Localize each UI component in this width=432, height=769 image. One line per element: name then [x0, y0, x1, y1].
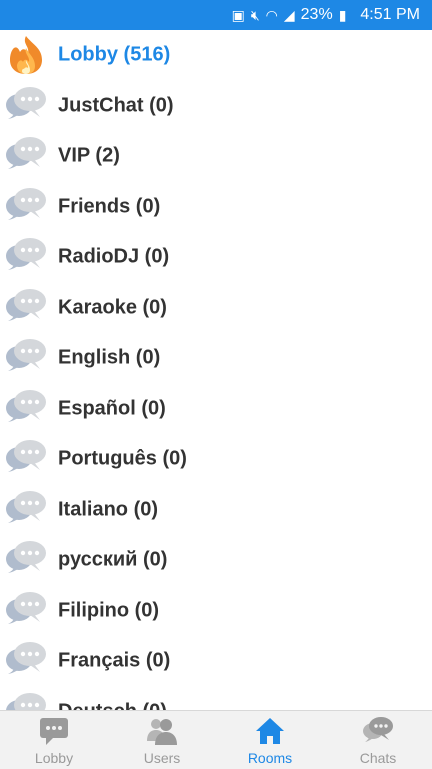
tab-chats[interactable]: Chats: [324, 711, 432, 769]
room-label: JustChat (0): [58, 94, 174, 117]
users-icon: [147, 719, 177, 745]
room-row-justchat[interactable]: JustChat (0): [0, 81, 432, 132]
tab-label: Chats: [359, 750, 397, 766]
room-row-lobby[interactable]: Lobby (516): [0, 30, 432, 81]
room-row-friends[interactable]: Friends (0): [0, 182, 432, 233]
tab-label: Lobby: [34, 750, 74, 766]
battery-percent: 23%: [300, 6, 333, 23]
chat-bubbles-icon: [6, 389, 46, 422]
chat-bubbles-icon: [6, 238, 46, 270]
chat-icon: [40, 718, 68, 745]
chat-bubbles-icon: [6, 642, 46, 674]
battery-icon: ▮: [338, 7, 347, 23]
room-row-francais[interactable]: Français (0): [0, 636, 432, 687]
chat-bubbles-icon: [6, 490, 46, 523]
tab-lobby[interactable]: Lobby: [0, 711, 108, 769]
status-bar: ▣ 🔇︎ ◠ ◢ 23% ▮ 4:51 PM: [0, 0, 432, 30]
room-label: Italiano (0): [58, 498, 159, 521]
chat-bubbles-icon: [6, 137, 46, 169]
room-label: English (0): [58, 346, 161, 369]
room-label: русский (0): [58, 548, 168, 571]
room-row-espanol[interactable]: Español (0): [0, 384, 432, 435]
room-label: VIP (2): [58, 144, 120, 167]
chat-bubbles-icon: [6, 541, 46, 573]
room-row-italiano[interactable]: Italiano (0): [0, 485, 432, 536]
room-label: RadioDJ (0): [58, 245, 170, 268]
chat-bubbles-icon: [6, 86, 46, 119]
room-label: Lobby (516): [58, 43, 171, 66]
chat-bubbles-icon: [6, 288, 46, 321]
chat-bubbles-icon: [6, 339, 46, 371]
room-row-deutsch[interactable]: Deutsch (0): [0, 687, 432, 710]
room-label: Deutsch (0): [58, 700, 167, 710]
tab-rooms[interactable]: Rooms: [216, 711, 324, 769]
room-row-karaoke[interactable]: Karaoke (0): [0, 283, 432, 334]
fire-icon: [10, 36, 42, 74]
room-row-radiodj[interactable]: RadioDJ (0): [0, 232, 432, 283]
clock: 4:51 PM: [360, 6, 420, 23]
room-row-english[interactable]: English (0): [0, 333, 432, 384]
chat-bubbles-icon: [6, 591, 46, 624]
room-label: Filipino (0): [58, 599, 160, 622]
home-icon: [256, 718, 284, 744]
room-row-portugues[interactable]: Português (0): [0, 434, 432, 485]
room-label: Português (0): [58, 447, 187, 470]
tab-label: Users: [143, 750, 181, 766]
wifi-icon: ◠: [265, 7, 278, 23]
chat-bubbles-icon: [363, 717, 393, 742]
room-label: Français (0): [58, 649, 171, 672]
room-label: Friends (0): [58, 195, 161, 218]
room-label: Español (0): [58, 397, 166, 420]
signal-icon: ◢: [283, 7, 295, 23]
room-row-vip[interactable]: VIP (2): [0, 131, 432, 182]
chat-bubbles-icon: [6, 440, 46, 472]
tab-label: Rooms: [247, 750, 293, 766]
room-row-filipino[interactable]: Filipino (0): [0, 586, 432, 637]
mute-icon: 🔇︎: [250, 7, 260, 23]
chat-bubbles-icon: [6, 692, 46, 710]
notification-icon: ▣: [231, 7, 245, 23]
bottom-tab-bar: Lobby Users Rooms Chats: [0, 710, 432, 769]
room-row-russian[interactable]: русский (0): [0, 535, 432, 586]
room-label: Karaoke (0): [58, 296, 167, 319]
tab-users[interactable]: Users: [108, 711, 216, 769]
chat-bubbles-icon: [6, 187, 46, 220]
room-list[interactable]: Lobby (516) JustChat (0) VIP (2) Friends…: [0, 30, 432, 710]
